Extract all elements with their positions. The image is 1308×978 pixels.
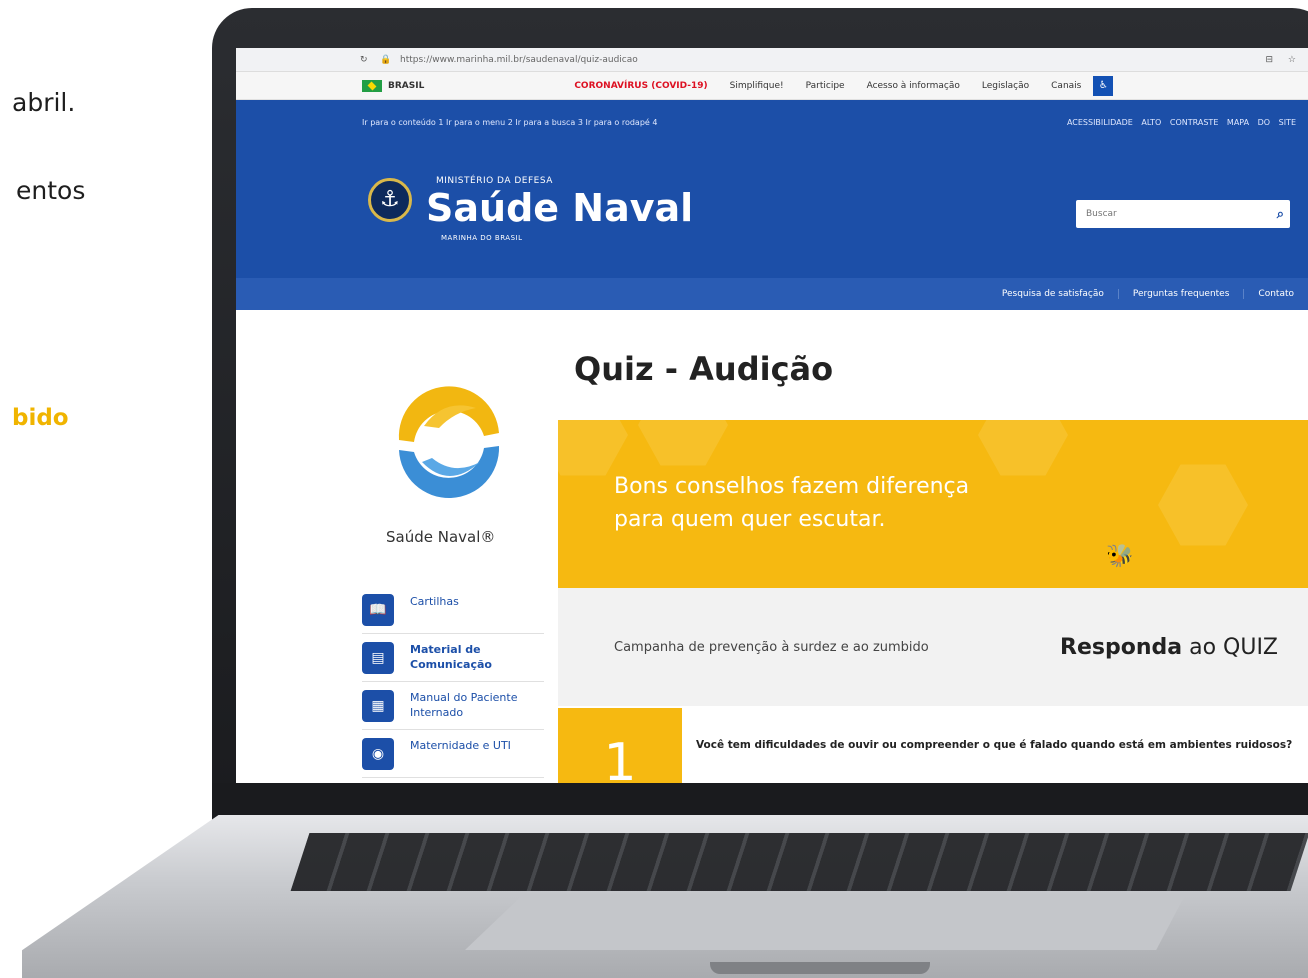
gov-link-acesso[interactable]: Acesso à informação	[867, 81, 960, 91]
left-text-fragment-2: entos	[16, 176, 86, 205]
lock-icon: 🔒	[380, 54, 392, 65]
accessibility-links[interactable]: ACESSIBILIDADE ALTO CONTRASTE MAPA DO SI…	[1067, 118, 1296, 127]
laptop-notch	[710, 962, 930, 974]
side-item-label: Cartilhas	[410, 595, 459, 608]
hex-decoration	[978, 420, 1068, 476]
side-item-manual[interactable]: ▦ Manual do Paciente Internado	[362, 682, 544, 730]
covid-link[interactable]: CORONAVÍRUS (COVID-19)	[574, 81, 707, 91]
saude-naval-logo	[398, 386, 500, 499]
sub-navigation: Pesquisa de satisfação Perguntas frequen…	[236, 278, 1308, 310]
browser-tools[interactable]: ⊟ ☆	[1266, 55, 1302, 65]
side-item-material[interactable]: ▤ Material de Comunicação	[362, 634, 544, 682]
accessibility-icon[interactable]: ♿	[1093, 75, 1114, 96]
subnav-perguntas[interactable]: Perguntas frequentes	[1117, 289, 1244, 299]
cta-prefix: Responda	[1060, 634, 1183, 660]
quiz-question: 1 Você tem dificuldades de ouvir ou comp…	[558, 708, 1308, 783]
browser-url-bar: ↻ 🔒 https://www.marinha.mil.br/saudenava…	[236, 48, 1308, 72]
question-text: Você tem dificuldades de ouvir ou compre…	[696, 739, 1293, 751]
book-icon: 📖	[362, 594, 394, 626]
left-text-fragment-3: bido	[12, 405, 69, 431]
gov-link-canais[interactable]: Canais	[1051, 81, 1081, 91]
logo-caption: Saúde Naval®	[386, 528, 496, 546]
left-text-fragment-1: abril.	[12, 88, 76, 117]
gov-link-participe[interactable]: Participe	[806, 81, 845, 91]
site-header: Ir para o conteúdo 1 Ir para o menu 2 Ir…	[236, 100, 1308, 278]
hex-decoration	[1158, 464, 1248, 546]
banner-headline: Bons conselhos fazem diferença para quem…	[614, 470, 969, 536]
baby-icon: ◉	[362, 738, 394, 770]
side-item-label: Manual do Paciente Internado	[410, 691, 518, 719]
side-menu: 📖 Cartilhas ▤ Material de Comunicação ▦ …	[362, 586, 544, 778]
navy-emblem-icon: ⚓	[368, 178, 412, 222]
brazil-flag-icon	[362, 79, 382, 92]
subnav-contato[interactable]: Contato	[1243, 289, 1308, 299]
side-item-maternidade[interactable]: ◉ Maternidade e UTI	[362, 730, 544, 778]
site-subtitle: MARINHA DO BRASIL	[441, 234, 523, 242]
banner-line-1: Bons conselhos fazem diferença	[614, 474, 970, 499]
search-icon[interactable]: ⌕	[1277, 207, 1284, 222]
bee-icon: 🐝	[1106, 544, 1134, 569]
quiz-banner: Bons conselhos fazem diferença para quem…	[558, 420, 1308, 588]
gov-bar: BRASIL CORONAVÍRUS (COVID-19) Simplifiqu…	[236, 72, 1308, 100]
quiz-cta[interactable]: Responda ao QUIZ	[1060, 635, 1278, 660]
search-input[interactable]	[1076, 209, 1256, 219]
banner-line-2: para quem quer escutar.	[614, 507, 886, 532]
side-item-cartilhas[interactable]: 📖 Cartilhas	[362, 586, 544, 634]
side-item-label: Maternidade e UTI	[410, 739, 511, 752]
document-icon: ▤	[362, 642, 394, 674]
question-number: 1	[558, 708, 682, 783]
page-title: Quiz - Audição	[574, 350, 834, 388]
laptop-trackpad	[465, 895, 1185, 950]
gov-link-legislacao[interactable]: Legislação	[982, 81, 1029, 91]
campaign-text: Campanha de prevenção à surdez e ao zumb…	[614, 639, 929, 655]
subnav-pesquisa[interactable]: Pesquisa de satisfação	[988, 289, 1118, 299]
skip-links[interactable]: Ir para o conteúdo 1 Ir para o menu 2 Ir…	[362, 118, 657, 127]
site-title[interactable]: Saúde Naval	[426, 186, 693, 230]
laptop-screen: ↻ 🔒 https://www.marinha.mil.br/saudenava…	[236, 48, 1308, 783]
laptop-keyboard	[290, 833, 1308, 891]
url-text[interactable]: https://www.marinha.mil.br/saudenaval/qu…	[400, 55, 638, 65]
side-item-label: Material de Comunicação	[410, 643, 492, 671]
ministry-label: MINISTÉRIO DA DEFESA	[436, 176, 553, 186]
gov-link-simplifique[interactable]: Simplifique!	[730, 81, 784, 91]
reload-icon[interactable]: ↻	[360, 55, 374, 65]
campaign-row: Campanha de prevenção à surdez e ao zumb…	[558, 588, 1308, 706]
stage: abril. entos bido ↻ 🔒 https://www.marinh…	[0, 0, 1308, 978]
gov-brasil-link[interactable]: BRASIL	[388, 81, 424, 91]
manual-icon: ▦	[362, 690, 394, 722]
search-box: ⌕	[1076, 200, 1290, 228]
hex-decoration	[638, 420, 728, 466]
cta-suffix: ao QUIZ	[1182, 634, 1278, 660]
